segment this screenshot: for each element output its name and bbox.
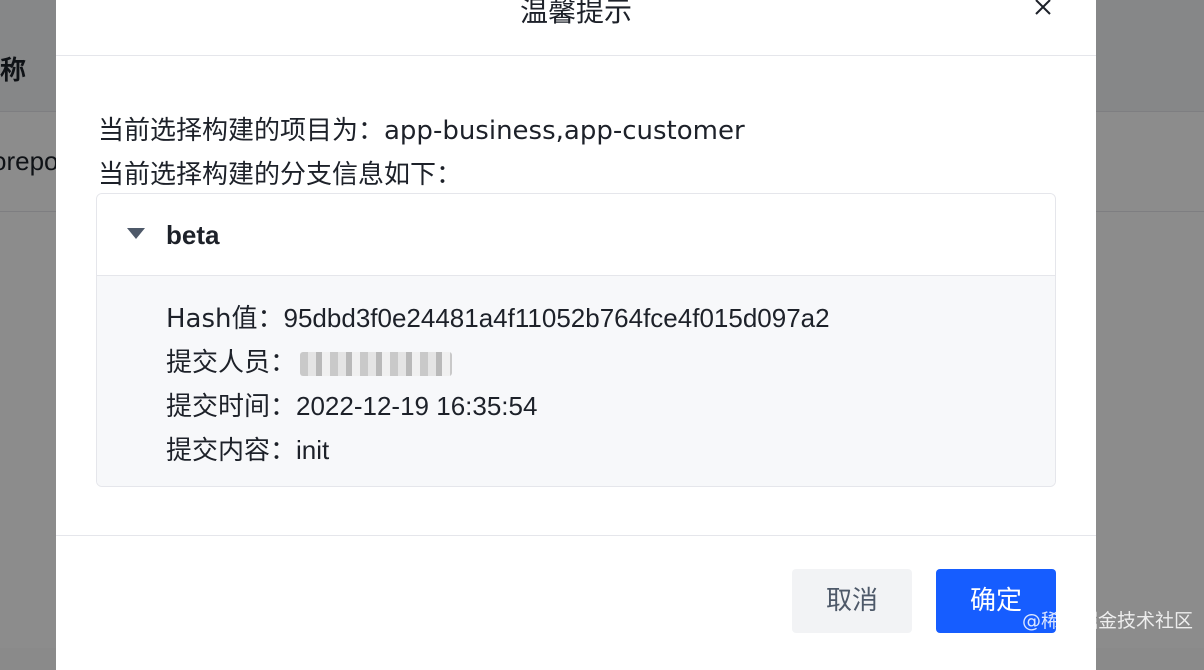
hash-value: 95dbd3f0e24481a4f11052b764fce4f015d097a2 xyxy=(283,303,830,333)
footer-divider xyxy=(56,535,1096,536)
time-label: 提交时间： xyxy=(166,392,297,422)
time-value: 2022-12-19 16:35:54 xyxy=(296,391,538,421)
hash-row: Hash值：95dbd3f0e24481a4f11052b764fce4f015… xyxy=(166,298,830,335)
committer-row: 提交人员： xyxy=(166,342,453,379)
close-button[interactable] xyxy=(1028,0,1058,22)
project-info-text: 当前选择构建的项目为：app-business,app-customer xyxy=(98,116,745,146)
content-value: init xyxy=(296,435,330,465)
cancel-button[interactable]: 取消 xyxy=(792,569,912,633)
hash-label: Hash值： xyxy=(166,304,284,334)
content-row: 提交内容：init xyxy=(166,430,329,467)
dialog-title: 温馨提示 xyxy=(519,0,632,28)
collapse-title: beta xyxy=(166,220,220,250)
dialog-header: 温馨提示 xyxy=(56,0,1096,56)
branch-info-text: 当前选择构建的分支信息如下： xyxy=(98,160,463,190)
branch-collapse-panel: beta Hash值：95dbd3f0e24481a4f11052b764fce… xyxy=(96,193,1056,487)
committer-value-redacted xyxy=(300,351,453,376)
watermark: @稀土掘金技术社区 xyxy=(1022,610,1194,632)
close-icon xyxy=(1035,0,1051,15)
collapse-content: Hash值：95dbd3f0e24481a4f11052b764fce4f015… xyxy=(97,276,1055,486)
committer-label: 提交人员： xyxy=(166,348,297,378)
time-row: 提交时间：2022-12-19 16:35:54 xyxy=(166,386,537,423)
confirm-dialog: 温馨提示 当前选择构建的项目为：app-business,app-custome… xyxy=(56,0,1096,670)
collapse-header-beta[interactable]: beta xyxy=(97,194,1055,276)
caret-down-icon xyxy=(127,228,145,239)
content-label: 提交内容： xyxy=(166,436,297,466)
